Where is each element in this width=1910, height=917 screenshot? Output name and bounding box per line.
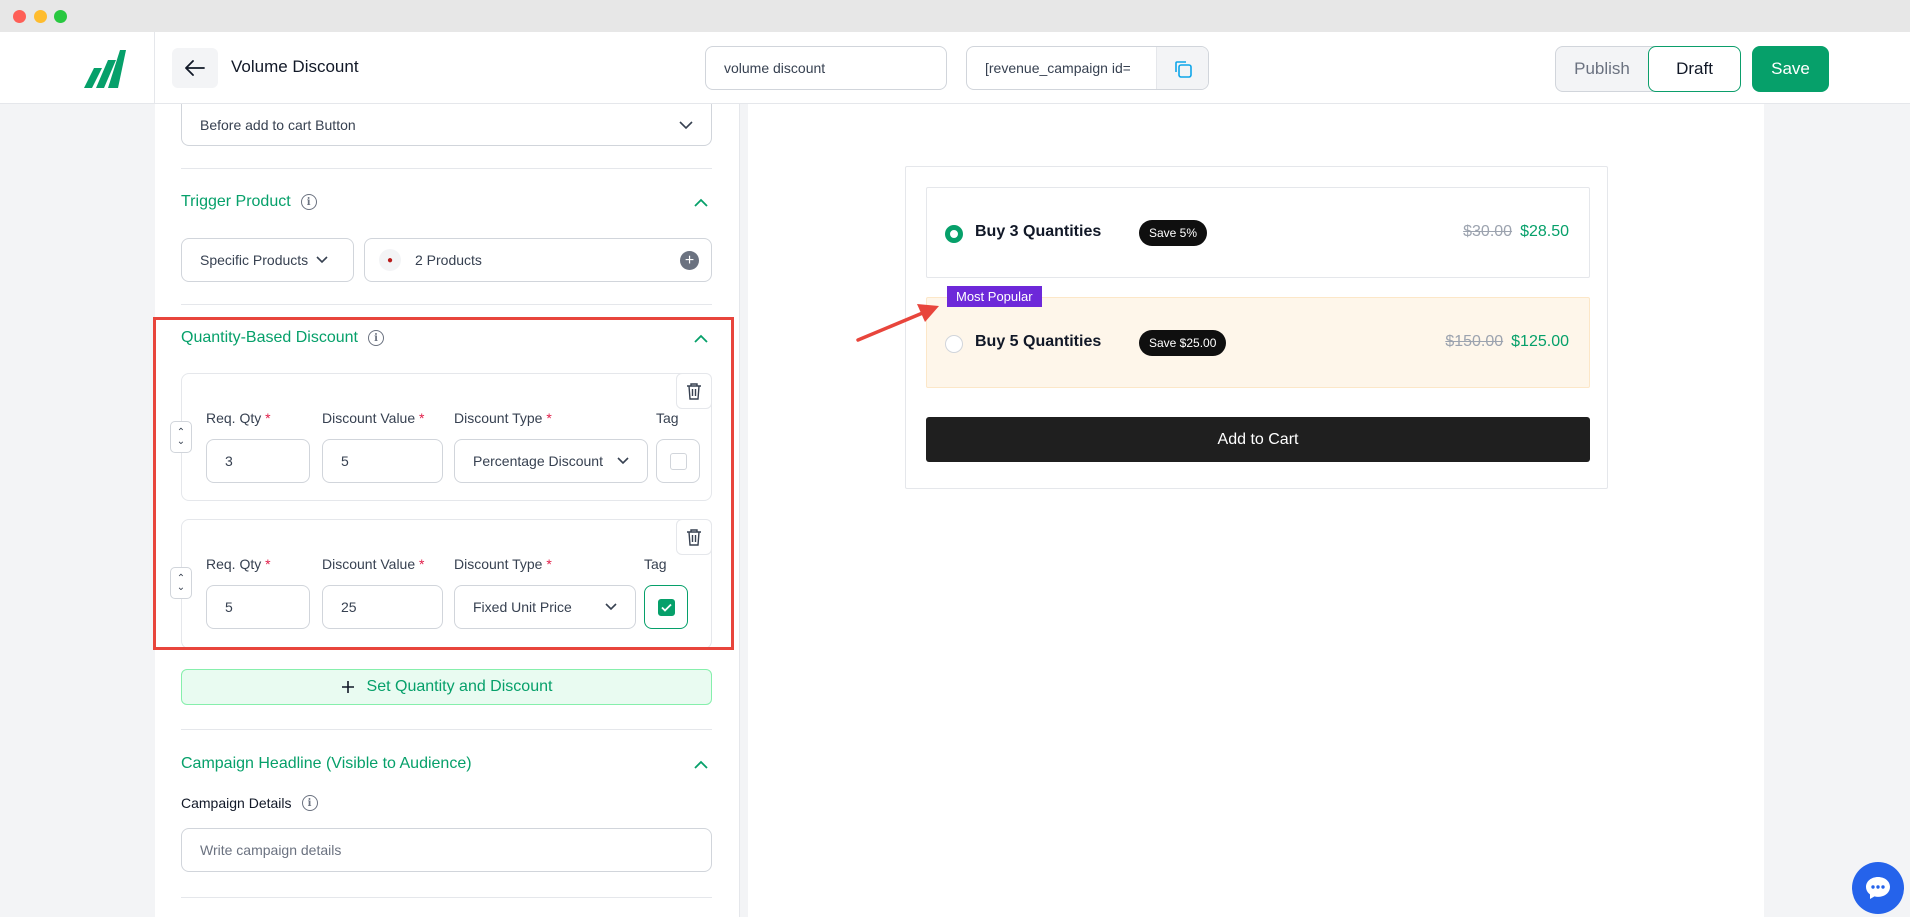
product-filter-value: Specific Products [200,252,309,268]
divider [181,168,712,169]
placement-value: Before add to cart Button [200,116,356,133]
radio-button[interactable] [945,335,963,353]
offer-title: Buy 3 Quantities [975,223,1102,240]
shortcode-text: [revenue_campaign id='5 [985,60,1130,76]
most-popular-tag: Most Popular [947,286,1042,307]
campaign-headline-label: Campaign Headline (Visible to Audience) [181,755,472,772]
trigger-product-label: Trigger Product [181,193,291,210]
product-thumbnail: ● [379,249,401,271]
chat-button[interactable] [1852,862,1904,914]
page-title: Volume Discount [231,57,359,76]
set-quantity-discount-label: Set Quantity and Discount [366,678,553,695]
zoom-window-button[interactable] [54,10,67,23]
copy-shortcode-button[interactable] [1156,47,1208,89]
plus-circle-icon[interactable]: + [680,251,699,270]
campaign-details-label: Campaign Details i [181,795,318,811]
offer-prices: $30.00 $28.50 [1463,223,1569,241]
window-titlebar [0,0,1910,32]
campaign-details-text: Campaign Details [181,795,292,811]
campaign-details-input[interactable]: Write campaign details [181,828,712,872]
campaign-name-input[interactable]: volume discount [705,46,947,90]
close-window-button[interactable] [13,10,26,23]
old-price: $30.00 [1463,223,1513,240]
shortcode-field[interactable]: [revenue_campaign id='5 [966,46,1209,90]
back-arrow-icon [185,60,205,76]
offer-prices: $150.00 $125.00 [1445,333,1569,351]
chevron-down-icon [679,120,693,129]
divider [181,897,712,898]
preview-panel: Buy 3 Quantities Save 5% $30.00 $28.50 M… [748,104,1764,917]
chevron-up-icon[interactable] [694,196,708,210]
offer-option[interactable]: Buy 3 Quantities Save 5% $30.00 $28.50 [926,187,1590,278]
minimize-window-button[interactable] [34,10,47,23]
back-button[interactable] [172,48,218,88]
app-logo-icon[interactable] [82,46,126,90]
save-badge: Save $25.00 [1139,330,1227,356]
divider [181,729,712,730]
plus-icon [341,681,354,693]
new-price: $125.00 [1511,333,1569,350]
selected-products-field[interactable]: ● 2 Products + [364,238,712,282]
highlight-box [153,317,734,650]
top-toolbar: Volume Discount volume discount [revenue… [0,32,1910,104]
chat-icon [1866,877,1890,899]
offer-title: Buy 5 Quantities [975,333,1102,350]
radio-button[interactable] [945,225,963,243]
chevron-up-icon[interactable] [694,758,708,772]
volume-discount-preview: Buy 3 Quantities Save 5% $30.00 $28.50 M… [905,166,1608,489]
app-window: Volume Discount volume discount [revenue… [0,0,1910,917]
add-to-cart-button[interactable]: Add to Cart [926,417,1590,462]
annotation-arrow [856,304,939,342]
new-price: $28.50 [1520,223,1569,240]
logo-cell [0,32,155,104]
publish-button[interactable]: Publish [1556,47,1648,91]
divider [181,304,712,305]
chevron-down-icon [316,256,328,264]
offer-option[interactable]: Most Popular Buy 5 Quantities Save $25.0… [926,286,1590,388]
draft-button[interactable]: Draft [1648,46,1741,92]
trigger-product-title[interactable]: Trigger Product i [181,193,317,211]
placement-select[interactable]: Before add to cart Button [181,104,712,146]
save-badge: Save 5% [1139,220,1208,246]
set-quantity-discount-button[interactable]: Set Quantity and Discount [181,669,712,705]
old-price: $150.00 [1445,333,1504,350]
campaign-headline-title[interactable]: Campaign Headline (Visible to Audience) [181,755,472,773]
copy-icon [1174,61,1192,78]
save-button[interactable]: Save [1752,46,1829,92]
product-filter-select[interactable]: Specific Products [181,238,354,282]
info-icon[interactable]: i [301,795,318,811]
info-icon[interactable]: i [300,194,317,210]
status-toggle: Publish Draft [1555,46,1741,92]
products-count: 2 Products [415,252,482,268]
